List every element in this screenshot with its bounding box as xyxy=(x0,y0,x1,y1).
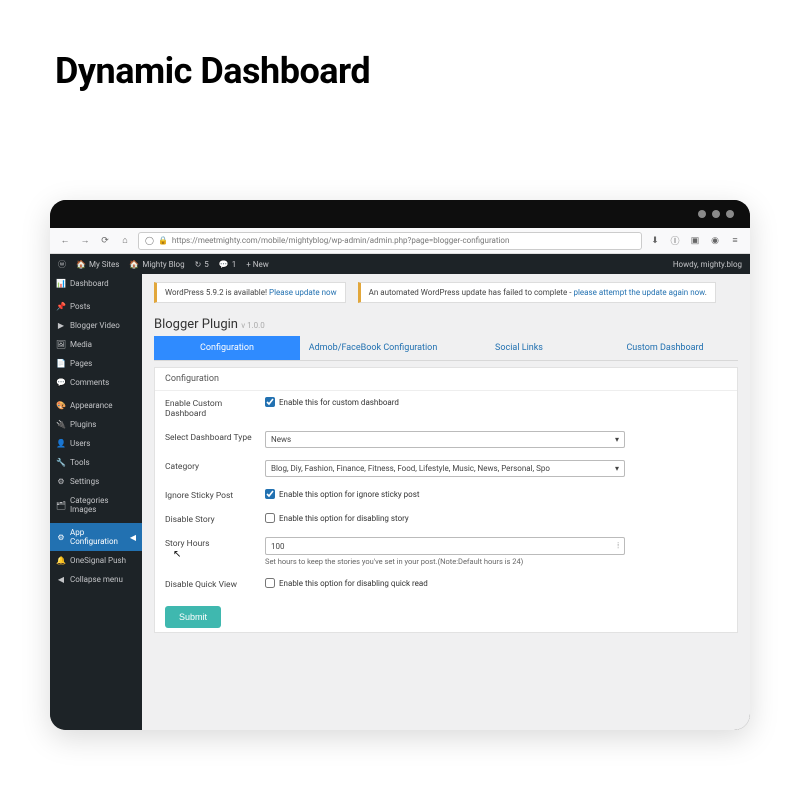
category-select[interactable]: Blog, Diy, Fashion, Finance, Fitness, Fo… xyxy=(265,460,625,477)
category-label: Category xyxy=(165,460,265,472)
failed-update-notice: An automated WordPress update has failed… xyxy=(358,282,716,303)
sidebar-item-comments[interactable]: 💬Comments xyxy=(50,373,142,392)
extension-icon[interactable]: ◉ xyxy=(708,234,722,248)
new-link[interactable]: + New xyxy=(246,260,268,269)
video-icon: ▶ xyxy=(56,321,66,330)
tools-icon: 🔧 xyxy=(56,458,66,467)
chevron-down-icon: ▾ xyxy=(615,464,619,473)
forward-icon[interactable]: → xyxy=(78,234,92,248)
cursor-icon: ↖ xyxy=(173,549,181,560)
enable-custom-text: Enable this for custom dashboard xyxy=(279,398,399,407)
sidebar-item-pages[interactable]: 📄Pages xyxy=(50,354,142,373)
url-text: https://meetmighty.com/mobile/mightyblog… xyxy=(172,236,509,245)
sitename-link[interactable]: 🏠 Mighty Blog xyxy=(129,260,184,269)
comments-link[interactable]: 💬 1 xyxy=(219,260,236,269)
plugins-icon: 🔌 xyxy=(56,420,66,429)
dashboard-icon: 📊 xyxy=(56,279,66,288)
gear-icon: ⚙ xyxy=(56,533,66,542)
home-icon[interactable]: ⌂ xyxy=(118,234,132,248)
dashboard-type-label: Select Dashboard Type xyxy=(165,431,265,443)
window-dot xyxy=(698,210,706,218)
tab-custom-dashboard[interactable]: Custom Dashboard xyxy=(592,336,738,360)
bell-icon: 🔔 xyxy=(56,556,66,565)
update-now-link[interactable]: Please update now xyxy=(269,288,337,297)
sidebar-item-app-configuration[interactable]: ⚙App Configuration ◀ xyxy=(50,523,142,551)
sidebar-item-onesignal[interactable]: 🔔OneSignal Push xyxy=(50,551,142,570)
disable-story-label: Disable Story xyxy=(165,513,265,525)
story-hours-input[interactable]: 100 ⦙ xyxy=(265,537,625,555)
posts-icon: 📌 xyxy=(56,302,66,311)
submit-button[interactable]: Submit xyxy=(165,606,221,628)
appearance-icon: 🎨 xyxy=(56,401,66,410)
users-icon: 👤 xyxy=(56,439,66,448)
disable-story-checkbox[interactable] xyxy=(265,513,275,523)
sidebar-item-blogger-video[interactable]: ▶Blogger Video xyxy=(50,316,142,335)
media-icon: 🖼 xyxy=(56,340,66,349)
sidebar-item-media[interactable]: 🖼Media xyxy=(50,335,142,354)
page-heading: Dynamic Dashboard xyxy=(0,0,800,92)
reload-icon[interactable]: ⟳ xyxy=(98,234,112,248)
mysites-link[interactable]: 🏠 My Sites xyxy=(76,260,119,269)
extension-icon[interactable]: ▣ xyxy=(688,234,702,248)
retry-update-link[interactable]: please attempt the update again now xyxy=(573,288,704,297)
ignore-sticky-checkbox[interactable] xyxy=(265,489,275,499)
sidebar-item-users[interactable]: 👤Users xyxy=(50,434,142,453)
disable-quick-text: Enable this option for disabling quick r… xyxy=(279,579,428,588)
window-dot xyxy=(712,210,720,218)
sidebar-item-tools[interactable]: 🔧Tools xyxy=(50,453,142,472)
browser-toolbar: ← → ⟳ ⌂ ◯ 🔒 https://meetmighty.com/mobil… xyxy=(50,228,750,254)
url-bar[interactable]: ◯ 🔒 https://meetmighty.com/mobile/mighty… xyxy=(138,232,642,250)
account-icon[interactable]: Ⓘ xyxy=(668,234,682,248)
ignore-sticky-text: Enable this option for ignore sticky pos… xyxy=(279,490,419,499)
story-hours-label: Story Hours xyxy=(165,537,265,549)
browser-window: ← → ⟳ ⌂ ◯ 🔒 https://meetmighty.com/mobil… xyxy=(50,200,750,730)
updates-link[interactable]: ↻ 5 xyxy=(195,260,209,269)
stepper-icon[interactable]: ⦙ xyxy=(617,541,619,551)
comments-icon: 💬 xyxy=(56,378,66,387)
disable-story-text: Enable this option for disabling story xyxy=(279,514,409,523)
sidebar-item-dashboard[interactable]: 📊Dashboard xyxy=(50,274,142,293)
collapse-icon: ◀ xyxy=(56,575,66,584)
download-icon[interactable]: ⬇ xyxy=(648,234,662,248)
tab-configuration[interactable]: Configuration xyxy=(154,336,300,360)
back-icon[interactable]: ← xyxy=(58,234,72,248)
disable-quick-label: Disable Quick View xyxy=(165,578,265,590)
pages-icon: 📄 xyxy=(56,359,66,368)
window-dot xyxy=(726,210,734,218)
chevron-down-icon: ▾ xyxy=(615,435,619,444)
plugin-title: Blogger Plugin v 1.0.0 xyxy=(154,309,738,336)
sidebar-collapse[interactable]: ◀Collapse menu xyxy=(50,570,142,589)
categories-icon: 🗂 xyxy=(56,501,66,510)
enable-custom-label: Enable Custom Dashboard xyxy=(165,397,265,419)
sidebar-item-settings[interactable]: ⚙Settings xyxy=(50,472,142,491)
ignore-sticky-label: Ignore Sticky Post xyxy=(165,489,265,501)
settings-icon: ⚙ xyxy=(56,477,66,486)
tab-admob-facebook[interactable]: Admob/FaceBook Configuration xyxy=(300,336,446,360)
enable-custom-checkbox[interactable] xyxy=(265,397,275,407)
lock-icon: 🔒 xyxy=(158,236,168,245)
sidebar-item-posts[interactable]: 📌Posts xyxy=(50,297,142,316)
configuration-panel: Configuration Enable Custom Dashboard En… xyxy=(154,367,738,633)
tabs: Configuration Admob/FaceBook Configurati… xyxy=(154,336,738,361)
menu-icon[interactable]: ≡ xyxy=(728,234,742,248)
wp-adminbar: ⓦ 🏠 My Sites 🏠 Mighty Blog ↻ 5 💬 1 + New… xyxy=(50,254,750,274)
update-notice: WordPress 5.9.2 is available! Please upd… xyxy=(154,282,346,303)
story-hours-help: Set hours to keep the stories you've set… xyxy=(265,557,727,566)
shield-icon: ◯ xyxy=(145,236,154,245)
howdy-text[interactable]: Howdy, mighty.blog xyxy=(673,260,742,269)
wp-content: WordPress 5.9.2 is available! Please upd… xyxy=(142,274,750,730)
wp-logo-icon[interactable]: ⓦ xyxy=(58,259,66,270)
sidebar-item-plugins[interactable]: 🔌Plugins xyxy=(50,415,142,434)
tab-social-links[interactable]: Social Links xyxy=(446,336,592,360)
wp-sidebar: 📊Dashboard 📌Posts ▶Blogger Video 🖼Media … xyxy=(50,274,142,730)
sidebar-item-appearance[interactable]: 🎨Appearance xyxy=(50,396,142,415)
panel-heading: Configuration xyxy=(155,368,737,391)
dashboard-type-select[interactable]: News ▾ xyxy=(265,431,625,448)
disable-quick-checkbox[interactable] xyxy=(265,578,275,588)
sidebar-item-categories-images[interactable]: 🗂Categories Images xyxy=(50,491,142,519)
browser-titlebar xyxy=(50,200,750,228)
